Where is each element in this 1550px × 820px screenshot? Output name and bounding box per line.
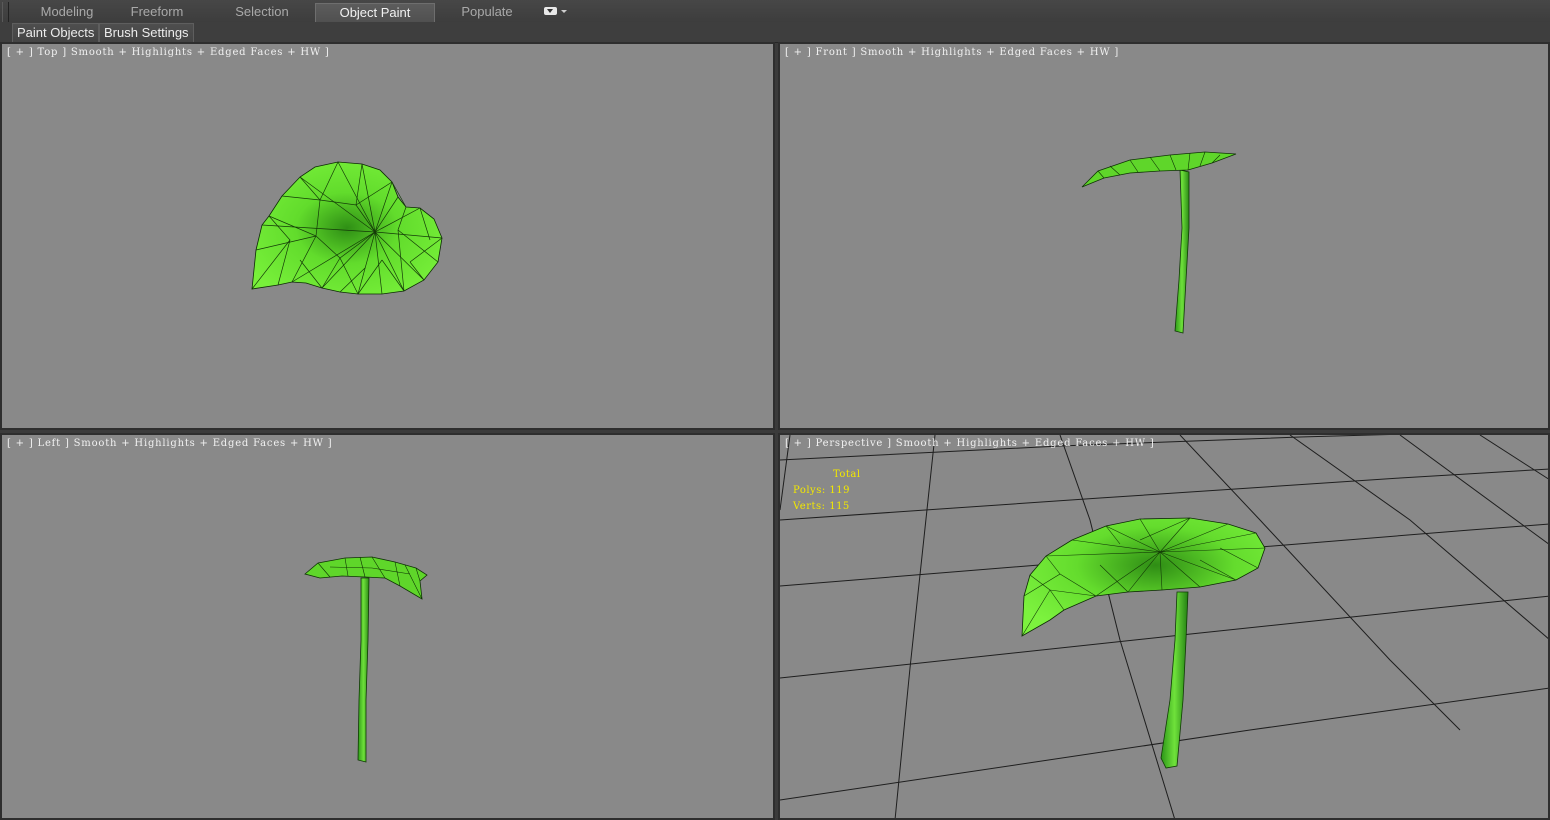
stats-polys: Polys: 119 <box>793 485 850 496</box>
scene-statistics: Total Polys: 119 Verts: 115 <box>793 467 861 515</box>
viewport-front[interactable]: [ + ] Front ] Smooth + Highlights + Edge… <box>778 42 1550 430</box>
perspective-view-canvas <box>780 435 1548 818</box>
tab-selection[interactable]: Selection <box>221 3 303 21</box>
front-view-canvas <box>1081 151 1237 334</box>
stats-verts: Verts: 115 <box>793 501 850 512</box>
chevron-down-icon <box>561 10 567 13</box>
viewport-label-top[interactable]: [ + ] Top ] Smooth + Highlights + Edged … <box>7 47 330 58</box>
tab-populate[interactable]: Populate <box>446 3 528 21</box>
tab-freeform[interactable]: Freeform <box>116 3 198 21</box>
viewport-top[interactable]: [ + ] Top ] Smooth + Highlights + Edged … <box>0 42 775 430</box>
viewport-label-perspective[interactable]: [ + ] Perspective ] Smooth + Highlights … <box>785 438 1155 449</box>
paint-objects-panel[interactable]: Paint Objects <box>12 23 100 43</box>
ribbon-tab-bar: Modeling Freeform Selection Object Paint… <box>0 0 1550 38</box>
stats-title: Total <box>833 469 861 480</box>
stem-left <box>357 577 370 763</box>
viewport-label-left[interactable]: [ + ] Left ] Smooth + Highlights + Edged… <box>7 438 332 449</box>
viewport-left[interactable]: [ + ] Left ] Smooth + Highlights + Edged… <box>0 433 775 820</box>
stem-perspective <box>1160 591 1189 769</box>
viewport-label-front[interactable]: [ + ] Front ] Smooth + Highlights + Edge… <box>785 47 1119 58</box>
brush-settings-panel[interactable]: Brush Settings <box>99 23 194 43</box>
leaf-mesh-top <box>251 161 443 295</box>
stem-front <box>1174 169 1190 334</box>
viewport-perspective[interactable]: [ + ] Perspective ] Smooth + Highlights … <box>778 433 1550 820</box>
ribbon-panel-row: Paint Objects Brush Settings <box>0 22 1550 43</box>
tab-object-paint[interactable]: Object Paint <box>315 3 435 22</box>
ribbon-menu-icon[interactable] <box>544 6 570 18</box>
left-view-canvas <box>304 556 428 763</box>
dropdown-box-icon <box>544 7 557 15</box>
top-view-canvas <box>251 161 443 295</box>
tab-modeling[interactable]: Modeling <box>26 3 108 21</box>
